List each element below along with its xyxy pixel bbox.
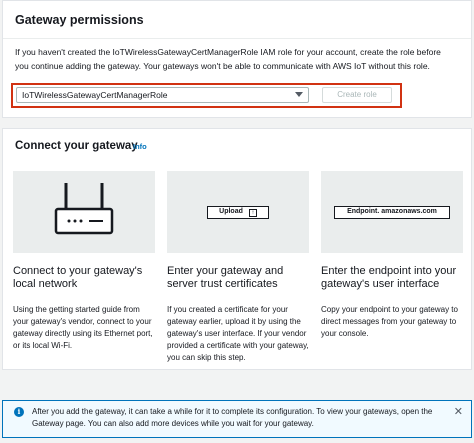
info-alert: i After you add the gateway, it can take…: [2, 400, 472, 438]
endpoint-illustration: Endpoint. amazonaws.com: [321, 171, 463, 253]
router-icon: [54, 183, 114, 235]
alert-text: After you add the gateway, it can take a…: [32, 407, 433, 428]
upload-illustration: Upload ↑: [167, 171, 309, 253]
connect-gateway-panel: Connect your gateway Info Connect to you…: [2, 128, 472, 370]
panel-header: Gateway permissions: [3, 1, 471, 39]
create-role-button[interactable]: Create role: [322, 87, 392, 103]
card-title: Enter the endpoint into your gateway's u…: [321, 265, 457, 290]
iam-role-select-value: IoTWirelessGatewayCertManagerRole: [22, 90, 168, 100]
upload-label: Upload: [219, 208, 243, 215]
gateway-permissions-panel: Gateway permissions If you haven't creat…: [2, 0, 472, 118]
caret-down-icon: [295, 92, 303, 97]
permissions-description: If you haven't created the IoTWirelessGa…: [15, 47, 441, 71]
card-description: Using the getting started guide from you…: [13, 305, 153, 350]
iam-role-select[interactable]: IoTWirelessGatewayCertManagerRole: [16, 87, 309, 103]
close-icon[interactable]: ✕: [454, 405, 463, 418]
panel-title: Connect your gateway: [15, 140, 138, 152]
upload-label-box: Upload ↑: [207, 206, 269, 219]
panel-title: Gateway permissions: [15, 13, 144, 27]
info-icon: i: [14, 407, 24, 417]
card-title: Enter your gateway and server trust cert…: [167, 265, 284, 290]
upload-icon: ↑: [248, 209, 257, 217]
card-title: Connect to your gateway's local network: [13, 265, 143, 290]
card-description: If you created a certificate for your ga…: [167, 305, 309, 362]
endpoint-label: Endpoint. amazonaws.com: [334, 206, 450, 219]
gateway-router-illustration: [13, 171, 155, 253]
card-description: Copy your endpoint to your gateway to di…: [321, 305, 458, 338]
info-link[interactable]: Info: [133, 142, 147, 151]
